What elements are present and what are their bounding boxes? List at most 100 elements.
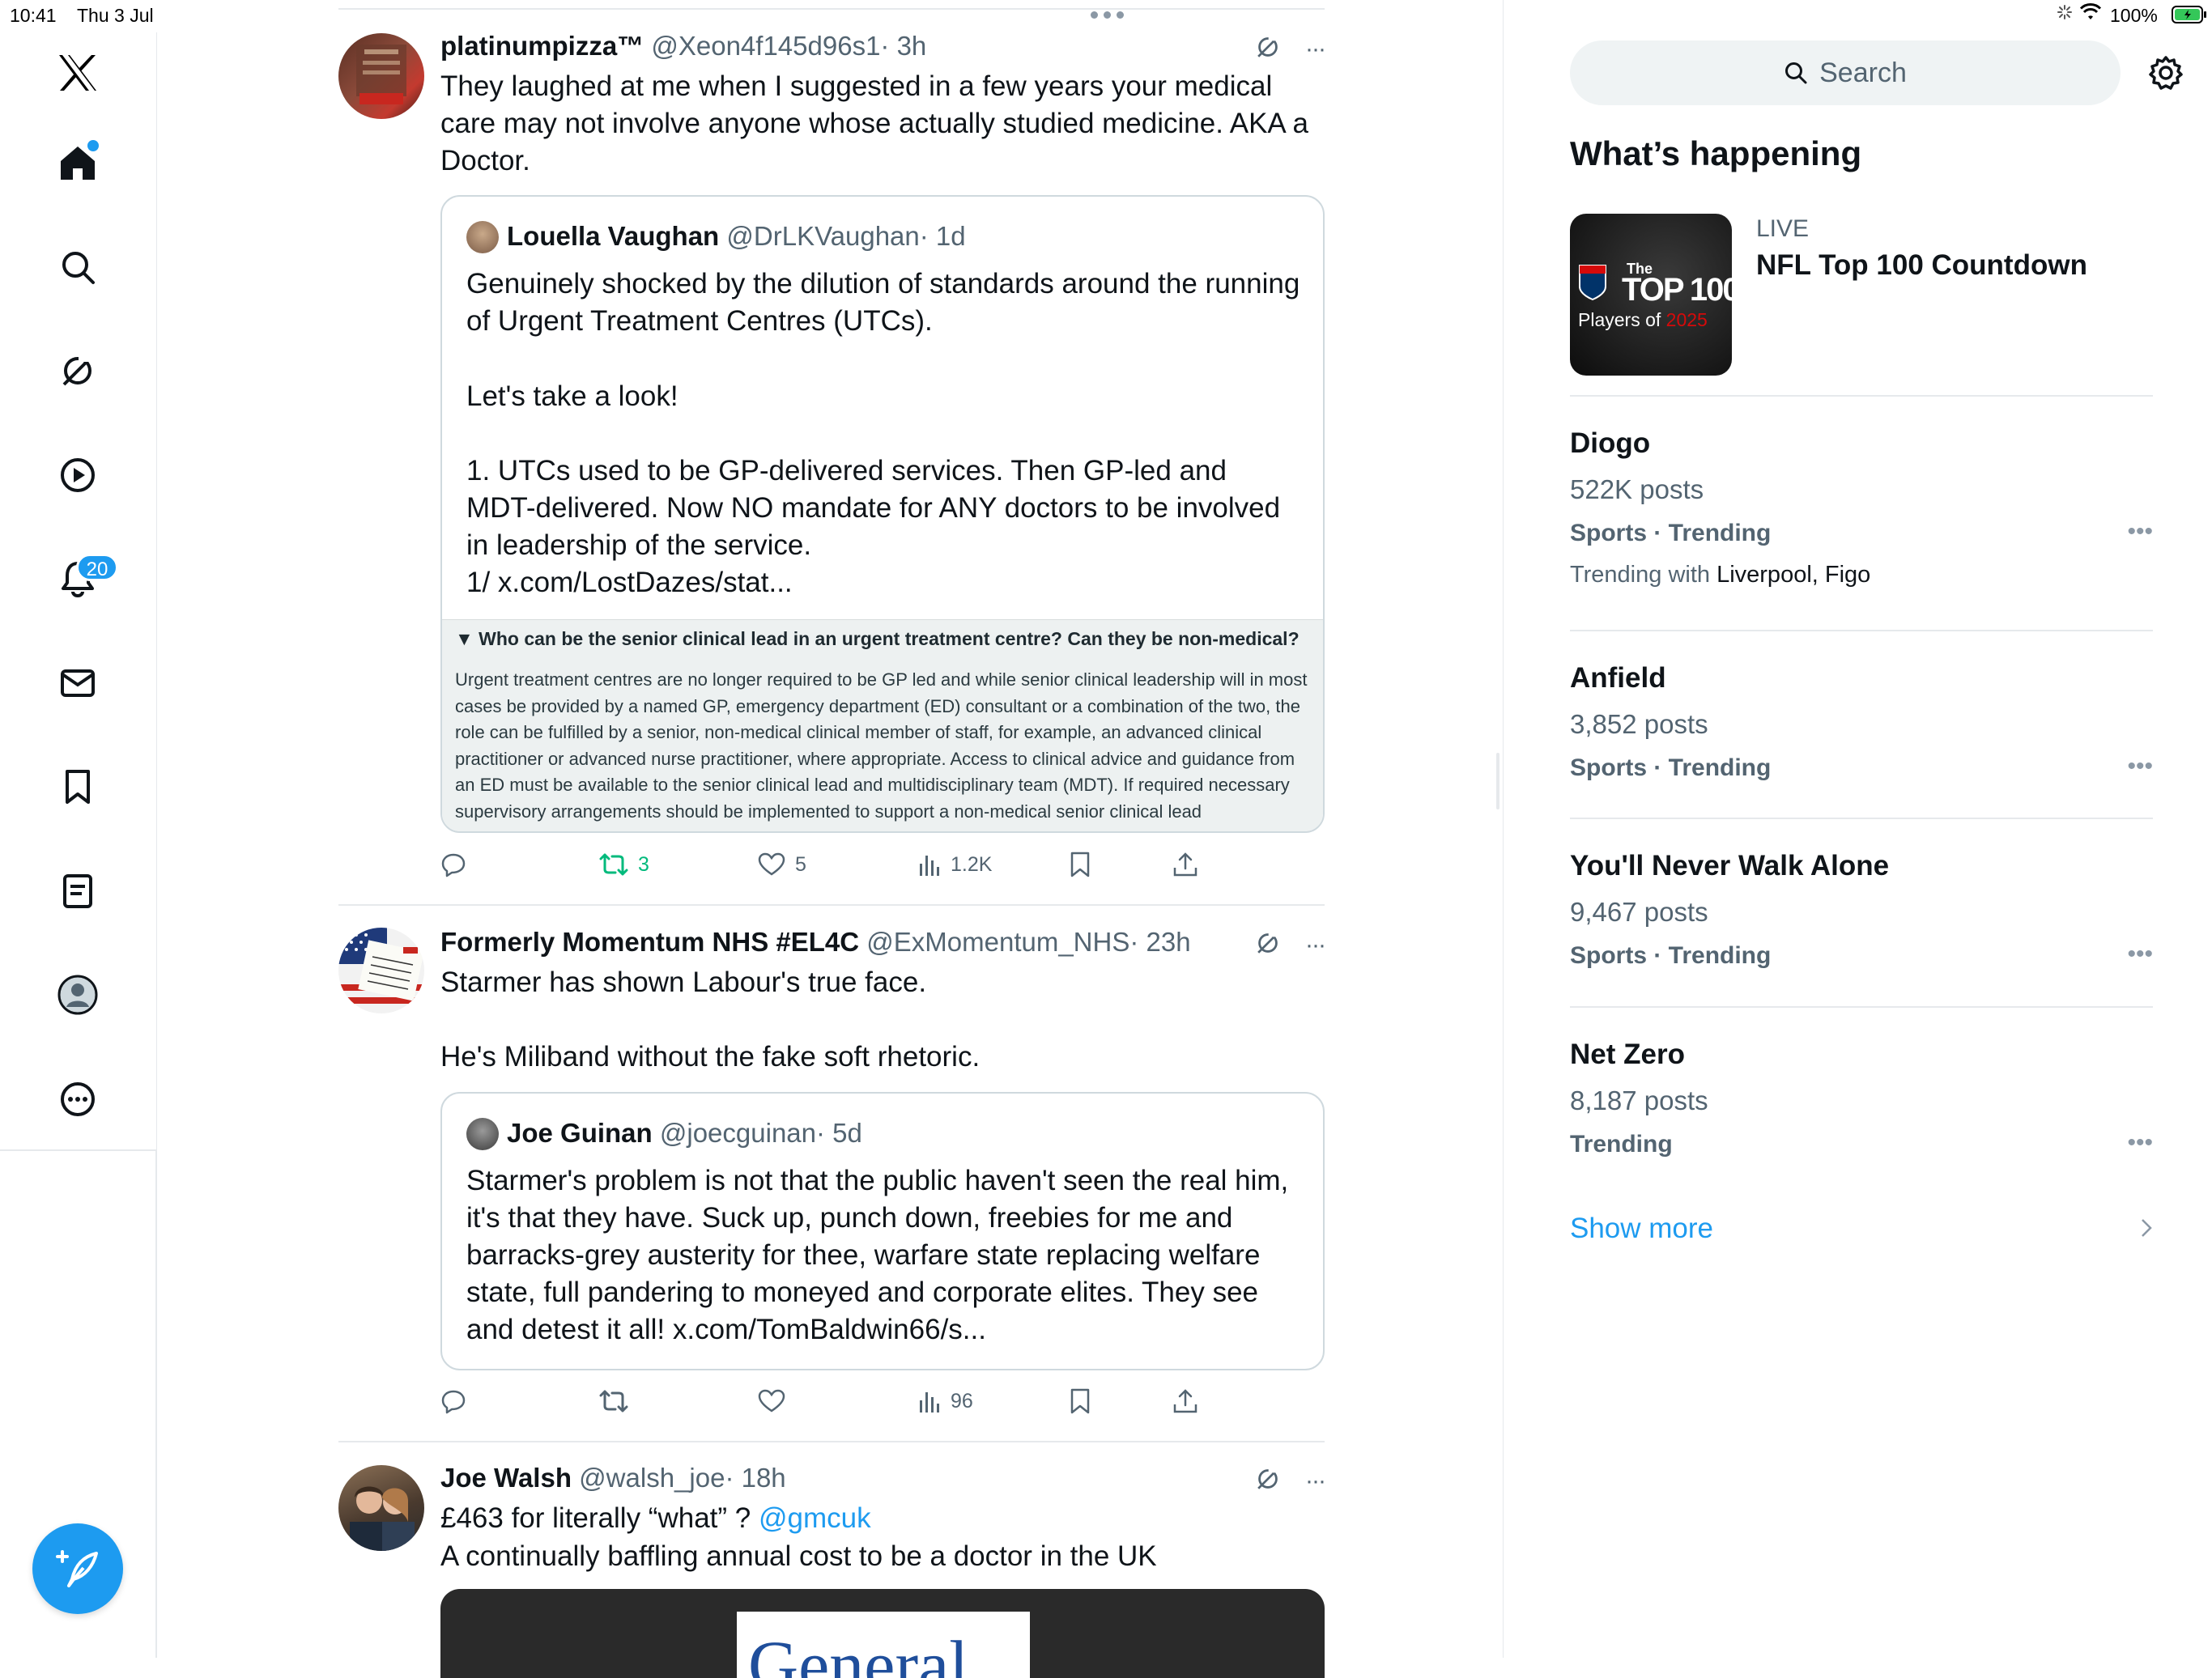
trend-more-icon[interactable]: ••• (2127, 941, 2153, 968)
trend-more-icon[interactable]: ••• (2127, 753, 2153, 780)
home-unread-dot (87, 140, 99, 151)
x-logo-icon[interactable] (54, 49, 101, 96)
tweet-divider (338, 1441, 1325, 1442)
drag-handle-icon[interactable] (1091, 11, 1124, 19)
grok-icon[interactable] (1255, 1466, 1281, 1496)
chevron-right-icon[interactable] (2140, 1217, 2153, 1243)
repost-button[interactable] (599, 1385, 628, 1417)
author-name[interactable]: Joe Walsh (440, 1463, 572, 1493)
bookmark-button[interactable] (1069, 1385, 1091, 1417)
views-chart-icon (920, 856, 939, 876)
mention-link[interactable]: @gmcuk (759, 1502, 871, 1534)
share-button[interactable] (1172, 1385, 1198, 1417)
trend-item[interactable]: You'll Never Walk Alone 9,467 posts Spor… (1570, 850, 2153, 979)
more-icon[interactable] (54, 1076, 101, 1123)
media-text: General (748, 1626, 969, 1678)
search-input[interactable]: Search (1570, 40, 2121, 105)
trend-category: Sports · Trending (1570, 754, 1772, 781)
more-options-icon[interactable]: ··· (1305, 1468, 1326, 1495)
grok-icon[interactable] (1255, 930, 1281, 960)
trend-item[interactable]: Diogo 522K posts Sports · Trending Trend… (1570, 427, 2153, 597)
views-button[interactable]: 96 (918, 1385, 973, 1417)
tweet-time[interactable]: · 3h (880, 31, 926, 61)
quoted-text-p4: 1/ x.com/LostDazes/stat... (466, 567, 793, 598)
trend-title: You'll Never Walk Alone (1570, 850, 1890, 881)
repost-button[interactable]: 3 (599, 848, 649, 881)
quoted-tweet[interactable]: Louella Vaughan @DrLKVaughan· 1d Genuine… (440, 195, 1325, 833)
tweet-actions: 96 (440, 1385, 1250, 1417)
lists-icon[interactable] (54, 868, 101, 915)
trend-more-icon[interactable]: ••• (2127, 518, 2153, 546)
like-button[interactable] (758, 1385, 785, 1417)
quoted-tweet[interactable]: Joe Guinan @joecguinan· 5d Starmer's pro… (440, 1092, 1325, 1370)
reply-icon (441, 1390, 466, 1414)
avatar[interactable] (338, 1465, 424, 1551)
share-button[interactable] (1172, 848, 1198, 881)
live-event-title[interactable]: NFL Top 100 Countdown (1756, 249, 2087, 282)
tweet-time[interactable]: · 23h (1129, 927, 1190, 957)
timeline-feed[interactable]: platinumpizza™ @Xeon4f145d96s1· 3h ··· T… (338, 0, 1326, 1678)
trend-with-value[interactable]: Liverpool, Figo (1716, 562, 1870, 588)
bookmark-button[interactable] (1069, 848, 1091, 881)
trend-title: Diogo (1570, 427, 1651, 459)
image-body-text: Urgent treatment centres are no longer r… (455, 669, 1308, 822)
author-handle[interactable]: @Xeon4f145d96s1 (651, 31, 880, 61)
tweet-text-p1: Starmer has shown Labour's true face. (440, 966, 927, 998)
trend-divider (1570, 1006, 2153, 1008)
views-button[interactable]: 1.2K (918, 848, 992, 881)
reply-icon (441, 853, 466, 877)
split-view-handle[interactable] (1496, 753, 1499, 809)
repost-icon (599, 853, 628, 876)
quoted-text-p2: Let's take a look! (466, 380, 678, 412)
like-button[interactable]: 5 (758, 848, 806, 881)
trend-more-icon[interactable]: ••• (2127, 1129, 2153, 1157)
quoted-avatar (466, 221, 499, 253)
view-count: 1.2K (951, 852, 993, 876)
more-options-icon[interactable]: ··· (1305, 36, 1326, 63)
live-event-thumbnail[interactable]: The TOP 100 Players of 2025 (1570, 214, 1732, 376)
avatar[interactable] (338, 33, 424, 119)
thumb-top100: TOP 100 (1622, 272, 1732, 308)
reply-button[interactable] (440, 848, 466, 881)
bookmark-icon (1070, 1388, 1090, 1414)
tweet-media-image[interactable]: General (440, 1589, 1325, 1678)
show-more-link[interactable]: Show more (1570, 1213, 1713, 1245)
feed-top-divider (338, 8, 1325, 10)
messages-icon[interactable] (54, 660, 101, 707)
status-time: 10:41 (10, 5, 57, 26)
avatar[interactable] (338, 928, 424, 1013)
tweet-text-p2: He's Miliband without the fake soft rhet… (440, 1041, 981, 1073)
tweet-time[interactable]: · 18h (725, 1463, 785, 1493)
like-count: 5 (795, 852, 806, 876)
compose-post-button[interactable] (32, 1523, 123, 1614)
quoted-avatar (466, 1118, 499, 1150)
trend-item[interactable]: Anfield 3,852 posts Sports · Trending ••… (1570, 662, 2153, 792)
settings-gear-icon[interactable] (2148, 55, 2184, 95)
trend-item[interactable]: Net Zero 8,187 posts Trending ••• (1570, 1039, 2153, 1168)
profile-avatar-icon[interactable] (54, 971, 101, 1018)
author-handle[interactable]: @ExMomentum_NHS (866, 927, 1129, 957)
author-handle[interactable]: @walsh_joe (579, 1463, 725, 1493)
views-chart-icon (920, 1392, 939, 1412)
grok-icon[interactable] (1255, 34, 1281, 64)
tweet-header: Formerly Momentum NHS #EL4C @ExMomentum_… (440, 927, 1191, 958)
author-name[interactable]: platinumpizza™ (440, 31, 644, 61)
tweet-text-line1: £463 for literally “what” ? @gmcuk (440, 1500, 1323, 1537)
trend-divider (1570, 395, 2153, 397)
tweet-text: £463 for literally “what” ? (440, 1502, 751, 1534)
grok-icon[interactable] (54, 347, 101, 394)
tweet-text: They laughed at me when I suggested in a… (440, 70, 1309, 176)
compose-feather-icon (56, 1550, 98, 1587)
author-name[interactable]: Formerly Momentum NHS #EL4C (440, 927, 859, 957)
quoted-author-name: Louella Vaughan (507, 221, 720, 251)
quoted-author-handle: @joecguinan (659, 1118, 817, 1148)
heart-icon (758, 1389, 785, 1412)
quoted-media-image[interactable]: ▼ Who can be the senior clinical lead in… (442, 619, 1323, 831)
bookmarks-icon[interactable] (54, 763, 101, 810)
whats-happening-heading: What’s happening (1570, 134, 1862, 172)
video-icon[interactable] (54, 452, 101, 499)
search-icon[interactable] (54, 244, 101, 291)
more-options-icon[interactable]: ··· (1305, 932, 1326, 959)
share-icon (1173, 1389, 1197, 1413)
reply-button[interactable] (440, 1385, 466, 1417)
